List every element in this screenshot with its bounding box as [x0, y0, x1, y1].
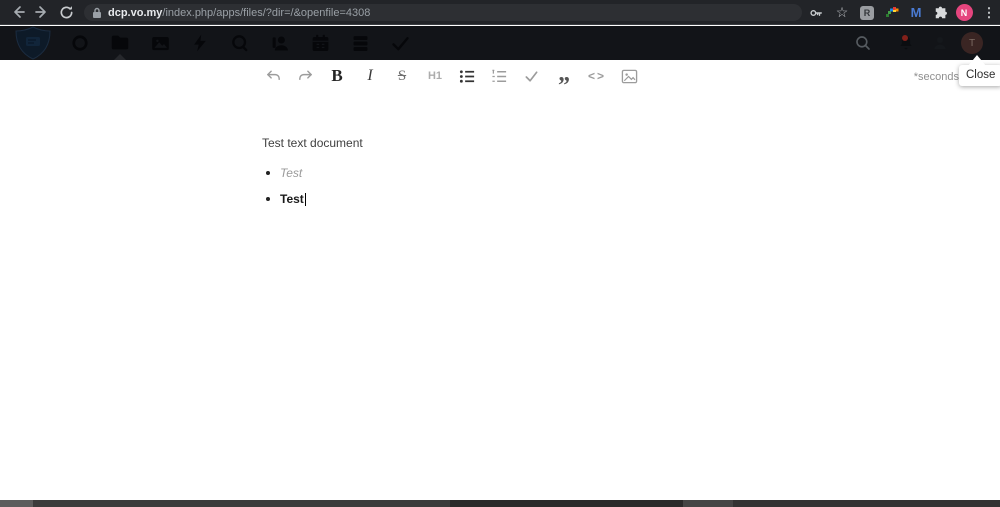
autosave-status: *seconds [914, 71, 959, 83]
editor-toolbar: B I S H1 ” <> [0, 60, 1000, 94]
undo-icon[interactable] [260, 62, 286, 90]
nextcloud-header: T [0, 26, 1000, 60]
search-app-icon[interactable] [228, 31, 252, 55]
tooltip-arrow [968, 55, 986, 66]
contacts-menu-icon[interactable] [928, 31, 952, 55]
code-button[interactable]: <> [584, 62, 610, 90]
photos-icon[interactable] [148, 31, 172, 55]
stack-icon[interactable] [348, 31, 372, 55]
list-item: Test [262, 167, 822, 180]
redo-icon[interactable] [292, 62, 318, 90]
list-item-text[interactable]: Test [280, 166, 302, 180]
close-tooltip[interactable]: Close [959, 65, 1000, 86]
url-domain: dcp.vo.my [108, 7, 162, 19]
browser-profile-avatar[interactable]: N [953, 0, 975, 25]
key-icon[interactable] [805, 0, 827, 25]
m-extension-label: M [911, 5, 922, 20]
task-list-check-icon[interactable] [518, 62, 544, 90]
back-icon[interactable] [6, 1, 30, 23]
files-icon[interactable] [108, 31, 132, 55]
bold-button[interactable]: B [324, 62, 350, 90]
text-cursor [305, 193, 306, 206]
list-item: Test [262, 193, 822, 206]
browser-toolbar: dcp.vo.my/index.php/apps/files/?dir=/&op… [0, 0, 1000, 25]
activity-icon[interactable] [188, 31, 212, 55]
document-text-line[interactable]: Test text document [262, 136, 822, 150]
image-icon[interactable] [616, 62, 642, 90]
heading-button[interactable]: H1 [422, 62, 448, 90]
user-avatar[interactable]: T [961, 32, 983, 54]
color-mosaic-extension-icon[interactable] [881, 0, 903, 25]
tasks-icon[interactable] [388, 31, 412, 55]
r-extension-icon[interactable]: R [856, 0, 878, 25]
dashboard-icon[interactable] [68, 31, 92, 55]
editor-content[interactable]: Test text document Test Test [262, 136, 822, 219]
m-extension-icon[interactable]: M [905, 0, 927, 25]
refresh-icon[interactable] [54, 1, 78, 23]
bullet-list-icon[interactable] [454, 62, 480, 90]
search-icon[interactable] [851, 31, 875, 55]
nextcloud-logo-shield-icon[interactable] [12, 25, 54, 61]
star-icon[interactable]: ☆ [831, 0, 853, 25]
contacts-icon[interactable] [268, 31, 292, 55]
r-extension-label: R [864, 8, 871, 18]
forward-icon[interactable] [30, 1, 54, 23]
blockquote-button[interactable]: ” [551, 72, 577, 100]
puzzle-icon[interactable] [930, 0, 952, 25]
menu-dots-icon[interactable]: ⋮ [978, 0, 1000, 25]
italic-button[interactable]: I [357, 62, 383, 90]
list-item-text[interactable]: Test [280, 192, 304, 206]
strikethrough-button[interactable]: S [389, 62, 415, 90]
screen: dcp.vo.my/index.php/apps/files/?dir=/&op… [0, 0, 1000, 507]
bottom-taskbar-strip [0, 500, 1000, 507]
profile-initial: N [961, 8, 968, 18]
notification-dot [902, 35, 908, 41]
address-bar[interactable]: dcp.vo.my/index.php/apps/files/?dir=/&op… [84, 4, 802, 21]
calendar-icon[interactable] [308, 31, 332, 55]
avatar-initial: T [969, 38, 975, 49]
lock-icon [92, 7, 102, 19]
url-path: /index.php/apps/files/?dir=/&openfile=43… [162, 7, 370, 19]
ordered-list-icon[interactable] [486, 62, 512, 90]
bullet-list[interactable]: Test Test [262, 167, 822, 206]
